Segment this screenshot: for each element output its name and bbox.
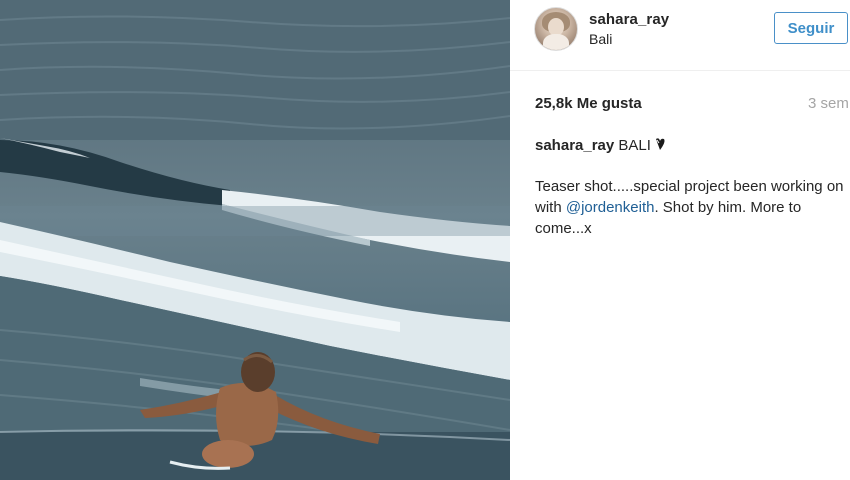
caption: sahara_ray BALI [535, 137, 667, 154]
post-sidebar: sahara_ray Bali Seguir 25,8k Me gusta 3 … [510, 0, 850, 480]
post-header: sahara_ray Bali Seguir [510, 0, 850, 71]
post-image[interactable] [0, 0, 510, 480]
follow-button[interactable]: Seguir [774, 12, 848, 44]
avatar[interactable] [534, 7, 578, 51]
ocean-scene [0, 0, 510, 480]
caption-text: BALI [618, 137, 651, 154]
heart-icon [653, 137, 667, 151]
header-username[interactable]: sahara_ray [589, 11, 669, 28]
mention-link[interactable]: @jordenkeith [566, 199, 655, 216]
caption-username[interactable]: sahara_ray [535, 137, 614, 154]
post-time[interactable]: 3 sem [808, 95, 849, 112]
likes-count[interactable]: 25,8k Me gusta [535, 95, 642, 112]
header-location[interactable]: Bali [589, 31, 612, 47]
caption-comment: Teaser shot.....special project been wor… [535, 176, 850, 239]
